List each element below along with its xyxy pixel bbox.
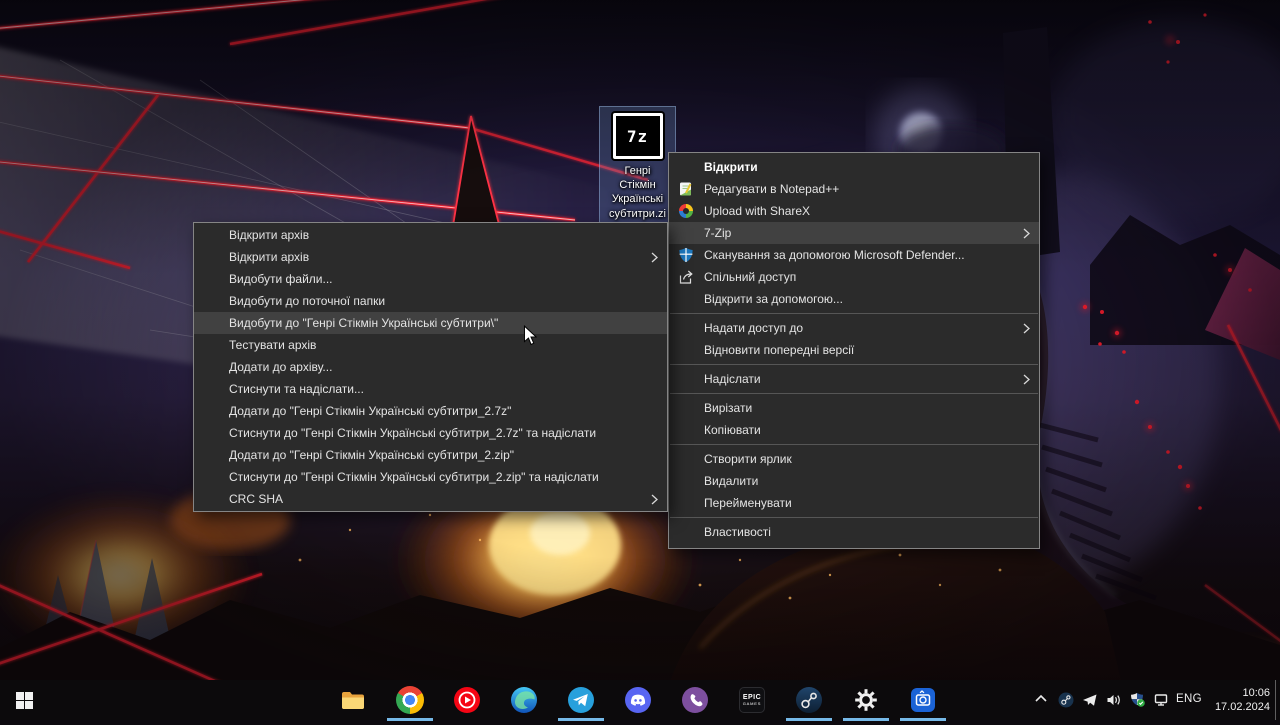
- menu-separator: [670, 313, 1038, 314]
- submenu-arrow-icon: [1023, 323, 1030, 334]
- taskbar-file-explorer[interactable]: [339, 686, 367, 714]
- telegram-icon: [568, 687, 594, 713]
- z7-add-to-7z[interactable]: Додати до "Генрі Стікмін Українські субт…: [194, 400, 667, 422]
- z7-extract-to-folder[interactable]: Видобути до "Генрі Стікмін Українські су…: [194, 312, 667, 334]
- ctx-give-access[interactable]: Надати доступ до: [669, 317, 1039, 339]
- taskbar-chrome[interactable]: [387, 686, 433, 721]
- taskbar-youtube-music[interactable]: [453, 686, 481, 714]
- menu-separator: [670, 444, 1038, 445]
- z7-test-archive[interactable]: Тестувати архів: [194, 334, 667, 356]
- tray-clock[interactable]: 10:06 17.02.2024: [1210, 686, 1270, 714]
- 7zip-submenu: Відкрити архів Відкрити архів Видобути ф…: [193, 222, 668, 512]
- ctx-copy[interactable]: Копіювати: [669, 419, 1039, 441]
- 7zip-file-icon: 7z: [612, 113, 663, 159]
- file-explorer-icon: [342, 692, 364, 709]
- viber-icon: [682, 687, 708, 713]
- ctx-7zip[interactable]: 7-Zip: [669, 222, 1039, 244]
- tray-telegram-icon[interactable]: [1082, 692, 1098, 708]
- ctx-open[interactable]: Відкрити: [669, 156, 1039, 178]
- ctx-create-shortcut[interactable]: Створити ярлик: [669, 448, 1039, 470]
- menu-separator: [670, 393, 1038, 394]
- taskbar-steam[interactable]: [786, 686, 832, 721]
- ctx-open-with[interactable]: Відкрити за допомогою...: [669, 288, 1039, 310]
- z7-add-to-archive[interactable]: Додати до архіву...: [194, 356, 667, 378]
- epic-games-icon: EPIC GAMES: [739, 687, 765, 713]
- tray-date: 17.02.2024: [1214, 701, 1270, 713]
- ctx-rename[interactable]: Перейменувати: [669, 492, 1039, 514]
- menu-separator: [670, 364, 1038, 365]
- tray-volume-icon[interactable]: [1106, 692, 1122, 708]
- screen-capture-icon: [911, 688, 935, 712]
- submenu-arrow-icon: [1023, 228, 1030, 239]
- defender-shield-icon: [678, 247, 694, 263]
- youtube-music-icon: [454, 687, 480, 713]
- taskbar-telegram[interactable]: [558, 686, 604, 721]
- z7-open-archive[interactable]: Відкрити архів: [194, 224, 667, 246]
- z7-compress-7z-email[interactable]: Стиснути до "Генрі Стікмін Українські су…: [194, 422, 667, 444]
- menu-separator: [670, 517, 1038, 518]
- tray-chevron-up-icon[interactable]: [1034, 692, 1050, 708]
- sharex-icon: [678, 203, 694, 219]
- discord-icon: [625, 687, 651, 713]
- steam-icon: [796, 687, 822, 713]
- z7-extract-files[interactable]: Видобути файли...: [194, 268, 667, 290]
- tray-language-indicator[interactable]: ENG: [1176, 693, 1202, 705]
- mouse-cursor: [523, 324, 538, 351]
- ctx-edit-notepadpp[interactable]: Редагувати в Notepad++: [669, 178, 1039, 200]
- ctx-defender-scan[interactable]: Сканування за допомогою Microsoft Defend…: [669, 244, 1039, 266]
- chrome-icon: [396, 686, 424, 714]
- submenu-arrow-icon: [651, 494, 658, 505]
- notepadpp-icon: [678, 181, 694, 197]
- tray-steam-icon[interactable]: [1058, 692, 1074, 708]
- z7-extract-here[interactable]: Видобути до поточної папки: [194, 290, 667, 312]
- taskbar-viber[interactable]: [681, 686, 709, 714]
- edge-icon: [511, 687, 537, 713]
- file-context-menu: Відкрити Редагувати в Notepad++ Upload w…: [668, 152, 1040, 549]
- desktop-icon-7z-archive[interactable]: 7z Генрі Стікмін Українські субтитри.zi: [599, 106, 676, 224]
- ctx-properties[interactable]: Властивості: [669, 521, 1039, 543]
- z7-add-to-zip[interactable]: Додати до "Генрі Стікмін Українські субт…: [194, 444, 667, 466]
- ctx-share[interactable]: Спільний доступ: [669, 266, 1039, 288]
- taskbar-discord[interactable]: [624, 686, 652, 714]
- ctx-delete[interactable]: Видалити: [669, 470, 1039, 492]
- submenu-arrow-icon: [651, 252, 658, 263]
- ctx-cut[interactable]: Вирізати: [669, 397, 1039, 419]
- tray-time: 10:06: [1242, 687, 1270, 699]
- taskbar-epic-games[interactable]: EPIC GAMES: [738, 686, 766, 714]
- start-button[interactable]: [0, 680, 48, 720]
- desktop-icon-label: Генрі Стікмін Українські субтитри.zi: [609, 165, 666, 220]
- taskbar-settings[interactable]: [843, 686, 889, 721]
- z7-crc-sha[interactable]: CRC SHA: [194, 488, 667, 510]
- submenu-arrow-icon: [1023, 374, 1030, 385]
- windows-logo-icon: [15, 691, 33, 709]
- ctx-upload-sharex[interactable]: Upload with ShareX: [669, 200, 1039, 222]
- z7-compress-zip-email[interactable]: Стиснути до "Генрі Стікмін Українські су…: [194, 466, 667, 488]
- gear-icon: [855, 689, 877, 711]
- taskbar-edge[interactable]: [510, 686, 538, 714]
- tray-network-icon[interactable]: [1154, 692, 1170, 708]
- ctx-send-to[interactable]: Надіслати: [669, 368, 1039, 390]
- ctx-restore-versions[interactable]: Відновити попередні версії: [669, 339, 1039, 361]
- z7-compress-and-email[interactable]: Стиснути та надіслати...: [194, 378, 667, 400]
- taskbar: EPIC GAMES ENG 10:06 17.02.2024: [0, 680, 1280, 721]
- show-desktop-button[interactable]: [1275, 680, 1280, 720]
- z7-open-archive-as[interactable]: Відкрити архів: [194, 246, 667, 268]
- tray-security-shield-icon[interactable]: [1130, 692, 1146, 708]
- share-icon: [678, 269, 694, 285]
- taskbar-screen-capture[interactable]: [900, 686, 946, 721]
